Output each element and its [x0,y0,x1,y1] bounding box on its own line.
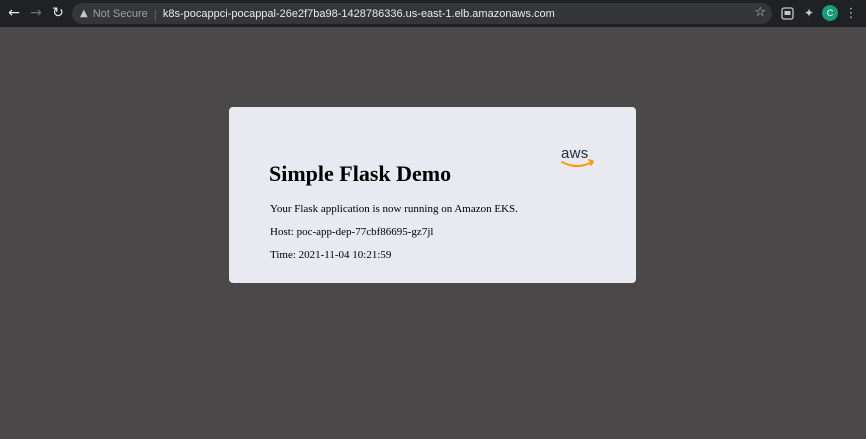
page-title: Simple Flask Demo [269,161,452,186]
arrow-right-icon: → [30,5,42,21]
forward-button[interactable]: → [25,2,47,24]
screen-extension-icon [780,6,794,20]
browser-menu-button[interactable]: ⋮ [844,4,858,22]
arrow-left-icon: ← [8,5,20,21]
warning-icon: ▲ [80,8,88,19]
profile-initial: C [826,8,834,18]
status-message: Your Flask application is now running on… [270,203,518,215]
profile-avatar[interactable]: C [822,5,838,21]
browser-toolbar: ← → ↻ ▲ Not Secure | k8s-pocappci-pocapp… [0,0,866,27]
puzzle-icon: ✦ [803,6,815,20]
host-info: Host: poc-app-dep-77cbf86695-gz7jl [270,226,434,238]
back-button[interactable]: ← [3,2,25,24]
bookmark-star-icon[interactable]: ☆ [754,5,766,20]
content-card: aws Simple Flask Demo Your Flask applica… [229,107,636,283]
extensions-puzzle-button[interactable]: ✦ [800,4,818,22]
kebab-menu-icon: ⋮ [844,5,858,21]
reload-button[interactable]: ↻ [47,2,69,24]
security-status[interactable]: Not Secure [93,8,148,20]
url-text[interactable]: k8s-pocappci-pocappal-26e2f7ba98-1428786… [163,8,555,20]
aws-smile-icon [561,159,594,167]
reload-icon: ↻ [52,5,64,21]
time-info: Time: 2021-11-04 10:21:59 [270,249,392,261]
omnibox-separator: | [153,6,157,21]
address-bar[interactable]: ▲ Not Secure | k8s-pocappci-pocappal-26e… [72,3,772,24]
aws-logo: aws [560,145,598,171]
extension-icon[interactable] [778,4,796,22]
